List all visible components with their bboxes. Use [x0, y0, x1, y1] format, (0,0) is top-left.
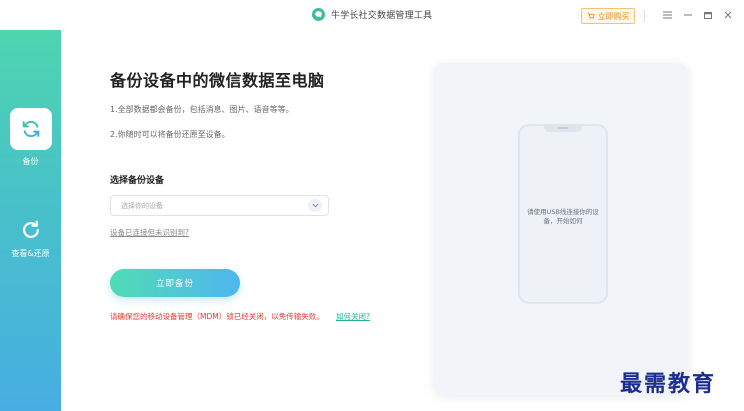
minimize-icon[interactable] [682, 9, 694, 21]
nav-icon-plain [19, 218, 43, 242]
device-select[interactable]: 选择你的设备 [110, 195, 329, 216]
title-bar: 牛学长社交数据管理工具 立即购买 [0, 0, 744, 30]
sidebar-item-view-restore[interactable]: 查看&还原 [0, 218, 61, 259]
buy-now-button[interactable]: 立即购买 [581, 8, 635, 24]
device-not-recognized-link[interactable]: 设备已连接但未识别到? [110, 227, 189, 238]
title-center: 牛学长社交数据管理工具 [312, 8, 432, 21]
phone-notch [544, 124, 582, 132]
sidebar-item-view-restore-label: 查看&还原 [11, 249, 50, 258]
mdm-warning-text: 请确保您的移动设备管理（MDM）锁已经关闭，以免传输失败。 [110, 312, 324, 321]
cart-icon [587, 12, 595, 20]
sidebar-item-backup-label: 备份 [22, 157, 39, 166]
connect-device-hint: 请使用USB线连接你的设备，开始如何 [527, 208, 599, 225]
nav-icon-box [9, 108, 52, 150]
how-to-disable-link[interactable]: 如何关闭? [336, 311, 370, 322]
app-title: 牛学长社交数据管理工具 [331, 11, 433, 21]
menu-icon[interactable] [661, 9, 673, 21]
sync-icon [22, 120, 39, 138]
backup-now-label: 立即备份 [155, 279, 194, 289]
page-title: 备份设备中的微信数据至电脑 [110, 71, 325, 90]
titlebar-divider [644, 10, 645, 22]
buy-now-label: 立即购买 [597, 11, 630, 21]
refresh-icon [22, 220, 39, 238]
close-icon[interactable] [722, 9, 734, 21]
description-line-1: 1.全部数据都会备份，包括消息、图片、语音等等。 [110, 105, 294, 114]
device-preview-panel: 请使用USB线连接你的设备，开始如何 [434, 63, 688, 395]
backup-now-button[interactable]: 立即备份 [110, 269, 240, 297]
sidebar-item-backup[interactable]: 备份 [0, 108, 61, 167]
description-line-2: 2.你随时可以将备份还原至设备。 [110, 130, 230, 139]
chevron-down-icon[interactable] [308, 199, 322, 212]
sidebar: 备份 查看&还原 [0, 30, 61, 411]
device-select-placeholder: 选择你的设备 [121, 201, 163, 210]
select-device-label: 选择备份设备 [110, 176, 165, 186]
watermark-text: 最需教育 [620, 371, 717, 397]
chat-bubble-icon [312, 8, 325, 21]
maximize-icon[interactable] [702, 9, 714, 21]
phone-illustration: 请使用USB线连接你的设备，开始如何 [518, 124, 608, 304]
